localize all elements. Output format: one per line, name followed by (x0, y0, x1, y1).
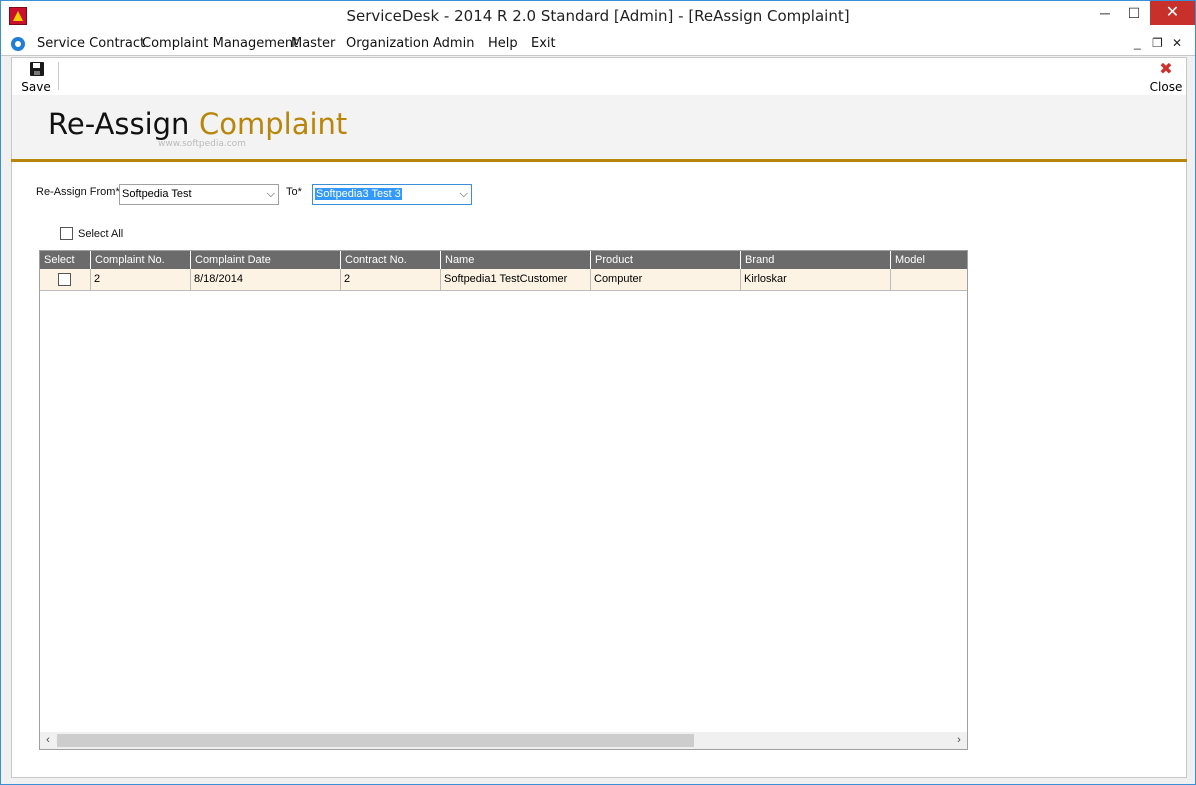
col-header-select[interactable]: Select (40, 251, 91, 269)
col-header-contract-no[interactable]: Contract No. (341, 251, 441, 269)
reassign-to-value: Softpedia3 Test 3 (315, 188, 402, 200)
cell-product: Computer (591, 269, 741, 290)
save-label: Save (21, 80, 51, 94)
cell-brand: Kirloskar (741, 269, 891, 290)
menu-help[interactable]: Help (488, 36, 518, 51)
watermark: www.softpedia.com (158, 139, 246, 149)
close-x-icon: ✖ (1159, 59, 1173, 78)
minimize-button[interactable]: ─ (1090, 1, 1120, 25)
page-title-primary: Re-Assign (48, 107, 190, 141)
reassign-to-select[interactable]: Softpedia3 Test 3 ⌵ (312, 184, 472, 205)
complaints-grid[interactable]: Select Complaint No. Complaint Date Cont… (39, 250, 968, 750)
select-all-label: Select All (78, 228, 124, 240)
menu-admin[interactable]: Admin (433, 36, 474, 51)
cell-model (891, 269, 967, 290)
cell-complaint-date: 8/18/2014 (191, 269, 341, 290)
toolbar: Save ✖ Close (11, 57, 1187, 95)
chevron-down-icon: ⌵ (459, 188, 468, 200)
grid-header: Select Complaint No. Complaint Date Cont… (40, 251, 967, 269)
title-bar[interactable]: ServiceDesk - 2014 R 2.0 Standard [Admin… (1, 1, 1195, 31)
close-label: Close (1149, 80, 1183, 94)
col-header-brand[interactable]: Brand (741, 251, 891, 269)
horizontal-scrollbar[interactable]: ‹ › (40, 732, 967, 749)
select-all-checkbox[interactable] (60, 227, 73, 240)
cell-contract-no: 2 (341, 269, 441, 290)
scroll-left-icon[interactable]: ‹ (40, 732, 56, 749)
reassign-to-label: To* (286, 186, 302, 198)
menu-bar: Service Contract Complaint Management Ma… (1, 31, 1195, 56)
scroll-thumb[interactable] (57, 734, 694, 747)
mdi-restore-button[interactable]: ❐ (1152, 36, 1163, 50)
reassign-from-value: Softpedia Test (122, 188, 192, 200)
col-header-name[interactable]: Name (441, 251, 591, 269)
page-title-accent: Complaint (199, 107, 348, 141)
menu-exit[interactable]: Exit (531, 36, 556, 51)
reassign-from-label: Re-Assign From* (36, 186, 120, 198)
menu-service-contract[interactable]: Service Contract (37, 36, 145, 51)
toolbar-divider (58, 62, 59, 90)
menu-organization[interactable]: Organization (346, 36, 429, 51)
cell-select (40, 269, 91, 290)
reassign-from-select[interactable]: Softpedia Test ⌵ (119, 184, 279, 205)
col-header-complaint-no[interactable]: Complaint No. (91, 251, 191, 269)
mdi-minimize-button[interactable]: _ (1134, 36, 1141, 50)
floppy-disk-icon (30, 62, 44, 76)
chevron-down-icon: ⌵ (266, 188, 275, 200)
page-header: Re-Assign Complaint www.softpedia.com (11, 95, 1187, 159)
table-row[interactable]: 2 8/18/2014 2 Softpedia1 TestCustomer Co… (40, 269, 967, 291)
form-content: Re-Assign From* Softpedia Test ⌵ To* Sof… (11, 162, 1187, 778)
maximize-button[interactable]: ☐ (1119, 1, 1149, 25)
menu-complaint-management[interactable]: Complaint Management (142, 36, 298, 51)
col-header-model[interactable]: Model (891, 251, 967, 269)
row-select-checkbox[interactable] (58, 273, 71, 286)
col-header-complaint-date[interactable]: Complaint Date (191, 251, 341, 269)
window-close-button[interactable]: ✕ (1150, 1, 1195, 25)
cell-name: Softpedia1 TestCustomer (441, 269, 591, 290)
window-title: ServiceDesk - 2014 R 2.0 Standard [Admin… (346, 7, 850, 25)
col-header-product[interactable]: Product (591, 251, 741, 269)
close-button[interactable]: ✖ Close (1148, 59, 1184, 95)
app-menu-icon[interactable] (11, 37, 25, 51)
menu-master[interactable]: Master (291, 36, 335, 51)
scroll-right-icon[interactable]: › (951, 732, 967, 749)
save-button[interactable]: Save (18, 61, 54, 94)
app-window: ServiceDesk - 2014 R 2.0 Standard [Admin… (0, 0, 1196, 785)
mdi-close-button[interactable]: ✕ (1172, 36, 1182, 50)
cell-complaint-no: 2 (91, 269, 191, 290)
